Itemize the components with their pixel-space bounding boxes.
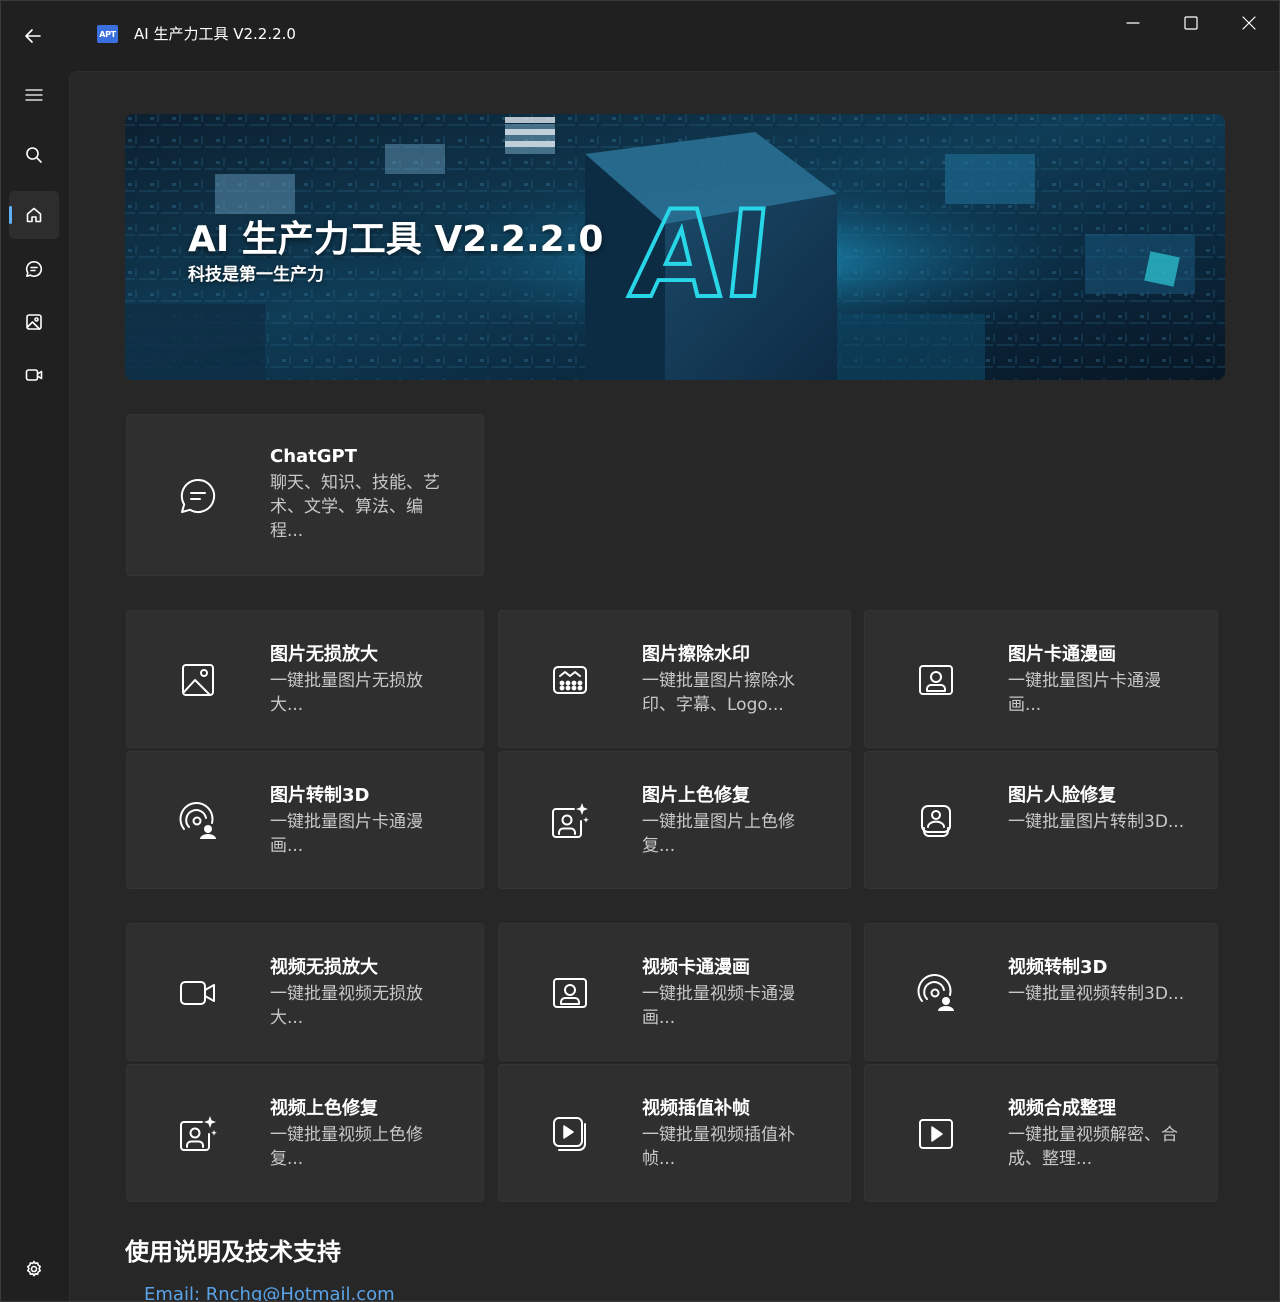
card-description: 一键批量图片上色修复... — [642, 812, 795, 856]
nav-image[interactable] — [9, 298, 59, 346]
card-description: 一键批量视频插值补帧... — [642, 1125, 795, 1169]
portrait-icon — [919, 665, 953, 695]
video-camera-icon — [25, 369, 43, 381]
3d-person-icon — [179, 802, 216, 839]
close-button[interactable] — [1220, 1, 1278, 45]
nav-settings[interactable] — [9, 1245, 59, 1293]
card-video-3d[interactable]: 视频转制3D 一键批量视频转制3D... — [864, 923, 1218, 1061]
support-email-link[interactable]: Email: Rnchg@Hotmail.com — [144, 1284, 395, 1301]
card-title: 视频插值补帧 — [642, 1098, 750, 1119]
card-description: 一键批量图片无损放大... — [270, 671, 423, 715]
maximize-button[interactable] — [1162, 1, 1220, 45]
minimize-button[interactable] — [1104, 1, 1162, 45]
main-content: AI AI 生产力工具 V2.2.2.0 科技是第一生产力 ChatGPT 聊天… — [69, 71, 1279, 1301]
card-description: 一键批量视频卡通漫画... — [642, 984, 795, 1028]
settings-gear-icon — [27, 1260, 41, 1277]
video-frames-icon — [553, 1117, 586, 1151]
card-image-colorize[interactable]: 图片上色修复 一键批量图片上色修复... — [498, 751, 851, 889]
face-repair-icon — [921, 805, 951, 837]
card-title: 图片人脸修复 — [1008, 785, 1116, 806]
sparkle-portrait-icon — [552, 803, 589, 838]
card-image-face[interactable]: 图片人脸修复 一键批量图片转制3D... — [864, 751, 1218, 889]
back-arrow-icon — [25, 29, 41, 43]
sparkle-portrait-icon — [180, 1116, 217, 1151]
card-video-colorize[interactable]: 视频上色修复 一键批量视频上色修复... — [126, 1064, 484, 1202]
card-video-upscale[interactable]: 视频无损放大 一键批量视频无损放大... — [126, 923, 484, 1061]
card-title: 图片转制3D — [270, 785, 370, 806]
search-icon — [26, 147, 42, 163]
window-title: AI 生产力工具 V2.2.2.0 — [134, 25, 296, 43]
watermark-erase-icon — [553, 666, 587, 694]
card-title: 视频无损放大 — [270, 957, 378, 978]
card-image-watermark[interactable]: 图片擦除水印 一键批量图片擦除水印、字幕、Logo... — [498, 610, 851, 748]
image-icon — [26, 314, 42, 330]
card-description: 一键批量视频上色修复... — [270, 1125, 423, 1169]
menu-toggle-button[interactable] — [9, 71, 59, 119]
title-bar: APT AI 生产力工具 V2.2.2.0 — [1, 1, 1279, 69]
banner-subtitle: 科技是第一生产力 — [188, 265, 324, 285]
image-icon — [182, 664, 214, 696]
home-icon — [26, 207, 42, 223]
card-title: ChatGPT — [270, 446, 358, 467]
card-description: 一键批量视频无损放大... — [270, 984, 423, 1028]
card-title: 图片无损放大 — [270, 644, 378, 665]
card-title: 图片卡通漫画 — [1008, 644, 1116, 665]
card-description: 一键批量图片卡通漫画... — [270, 812, 423, 856]
card-title: 图片上色修复 — [642, 785, 750, 806]
banner-title: AI 生产力工具 V2.2.2.0 — [188, 219, 604, 260]
play-video-icon — [919, 1119, 953, 1149]
card-description: 一键批量视频转制3D... — [1008, 984, 1185, 1004]
nav-search[interactable] — [9, 131, 59, 179]
card-description: 一键批量图片卡通漫画... — [1008, 671, 1161, 715]
chip-label: AI — [625, 185, 777, 325]
app-logo-icon: APT — [97, 25, 118, 43]
minimize-icon — [1126, 22, 1140, 24]
card-image-3d[interactable]: 图片转制3D 一键批量图片卡通漫画... — [126, 751, 484, 889]
card-video-interpolation[interactable]: 视频插值补帧 一键批量视频插值补帧... — [498, 1064, 851, 1202]
card-description: 一键批量视频解密、合成、整理... — [1008, 1125, 1178, 1169]
hamburger-menu-icon — [25, 89, 43, 101]
card-image-cartoon[interactable]: 图片卡通漫画 一键批量图片卡通漫画... — [864, 610, 1218, 748]
card-description: 聊天、知识、技能、艺术、文学、算法、编程... — [270, 473, 440, 541]
nav-home[interactable] — [9, 191, 59, 239]
card-title: 视频合成整理 — [1008, 1098, 1116, 1119]
chat-icon — [25, 260, 43, 277]
portrait-icon — [553, 978, 587, 1008]
card-description: 一键批量图片擦除水印、字幕、Logo... — [642, 671, 795, 715]
card-video-compose[interactable]: 视频合成整理 一键批量视频解密、合成、整理... — [864, 1064, 1218, 1202]
card-title: 视频转制3D — [1008, 957, 1108, 978]
hero-banner: AI AI 生产力工具 V2.2.2.0 科技是第一生产力 — [125, 114, 1225, 380]
support-section-title: 使用说明及技术支持 — [125, 1238, 341, 1266]
chat-bubble-icon — [180, 478, 216, 513]
card-image-upscale[interactable]: 图片无损放大 一键批量图片无损放大... — [126, 610, 484, 748]
nav-chat[interactable] — [9, 245, 59, 293]
card-chatgpt[interactable]: ChatGPT 聊天、知识、技能、艺术、文学、算法、编程... — [126, 414, 484, 576]
card-title: 视频上色修复 — [270, 1098, 378, 1119]
video-camera-icon — [180, 981, 215, 1005]
back-button[interactable] — [11, 19, 55, 53]
card-title: 视频卡通漫画 — [642, 957, 750, 978]
card-video-cartoon[interactable]: 视频卡通漫画 一键批量视频卡通漫画... — [498, 923, 851, 1061]
3d-person-icon — [917, 974, 954, 1011]
nav-video[interactable] — [9, 351, 59, 399]
navigation-sidebar — [1, 69, 69, 1301]
app-window: APT AI 生产力工具 V2.2.2.0 AI AI 生产力工具 V2.2.2… — [0, 0, 1280, 1302]
card-title: 图片擦除水印 — [642, 644, 750, 665]
card-description: 一键批量图片转制3D... — [1008, 812, 1185, 832]
close-icon — [1242, 16, 1256, 30]
maximize-icon — [1184, 16, 1198, 30]
